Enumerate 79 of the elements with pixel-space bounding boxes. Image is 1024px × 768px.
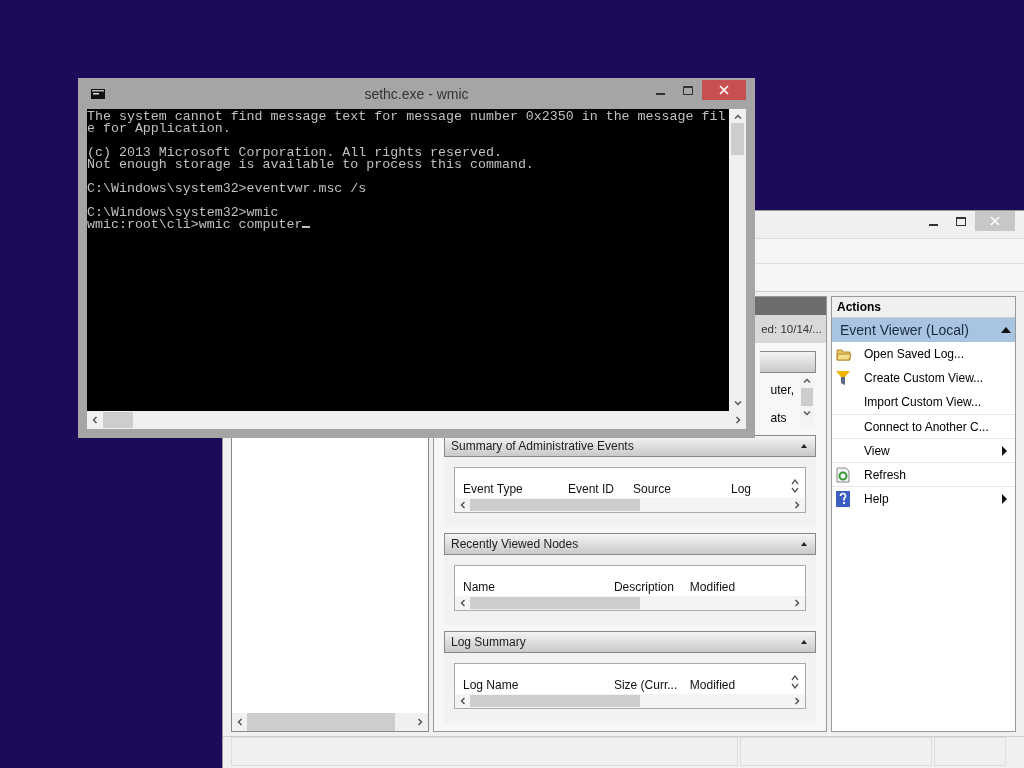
panel-title: Recently Viewed Nodes xyxy=(450,537,579,551)
action-item[interactable]: Help xyxy=(831,486,1015,510)
scroll-arrows-icon[interactable] xyxy=(790,479,799,493)
maximize-icon xyxy=(683,85,693,95)
last-refreshed-text: ed: 10/14/... xyxy=(761,323,822,336)
scroll-arrows-icon[interactable] xyxy=(790,675,799,689)
minimize-icon xyxy=(655,92,665,95)
scroll-down-icon[interactable] xyxy=(802,409,811,417)
overview-text: ats xyxy=(770,411,788,425)
funnel-icon xyxy=(835,370,850,386)
action-item[interactable]: Open Saved Log... xyxy=(831,342,1015,366)
scroll-thumb[interactable] xyxy=(247,713,395,731)
column-header[interactable]: Modified xyxy=(689,574,797,594)
overview-text: uter, xyxy=(770,383,794,397)
action-item[interactable]: Create Custom View... xyxy=(831,366,1015,390)
panel-header[interactable]: Log Summary xyxy=(443,631,816,653)
collapse-icon[interactable] xyxy=(800,640,807,644)
column-header[interactable]: Modified xyxy=(689,672,797,692)
panel-title: Log Summary xyxy=(450,635,526,649)
scroll-thumb[interactable] xyxy=(469,597,640,609)
window-title: sethc.exe - wmic xyxy=(364,85,469,102)
scroll-right-icon[interactable] xyxy=(734,416,742,424)
panel-title: Summary of Administrative Events xyxy=(450,439,634,453)
column-header[interactable]: Description xyxy=(613,574,690,594)
close-icon xyxy=(719,85,729,95)
column-header[interactable]: Name xyxy=(462,574,614,594)
panel-header[interactable] xyxy=(759,351,816,373)
scroll-thumb[interactable] xyxy=(469,695,640,707)
scroll-left-icon[interactable] xyxy=(458,599,467,607)
actions-title: Actions xyxy=(831,297,1015,318)
section-header[interactable]: Event Viewer (Local) xyxy=(831,318,1015,342)
action-item[interactable]: Import Custom View... xyxy=(831,390,1015,414)
collapse-icon[interactable] xyxy=(800,444,807,448)
scroll-thumb[interactable] xyxy=(731,123,744,155)
scroll-left-icon[interactable] xyxy=(458,697,467,705)
console-line: (c) 2013 Microsoft Corporation. All rights reserved. xyxy=(87,147,502,159)
maximize-icon xyxy=(956,216,966,226)
action-item[interactable]: Refresh xyxy=(831,462,1015,486)
help-icon xyxy=(835,490,850,507)
collapse-icon[interactable] xyxy=(800,542,807,546)
folder-icon xyxy=(835,347,852,361)
horizontal-scrollbar[interactable] xyxy=(232,713,428,731)
console-line: e for Application. xyxy=(87,123,231,135)
console-line: C:\Windows\system32>eventvwr.msc /s xyxy=(87,183,367,195)
scroll-down-icon[interactable] xyxy=(733,399,742,407)
scroll-right-icon[interactable] xyxy=(792,501,801,509)
column-header[interactable]: Size (Curr... xyxy=(613,672,690,692)
column-header[interactable]: Source xyxy=(632,476,731,496)
scroll-right-icon[interactable] xyxy=(792,599,801,607)
horizontal-scrollbar[interactable] xyxy=(454,596,805,610)
scroll-right-icon[interactable] xyxy=(792,697,801,705)
scroll-left-icon[interactable] xyxy=(236,718,244,726)
scroll-up-icon[interactable] xyxy=(733,113,742,121)
action-item[interactable]: View xyxy=(831,438,1015,462)
scroll-thumb[interactable] xyxy=(103,412,133,428)
refresh-icon xyxy=(835,466,850,483)
scroll-thumb[interactable] xyxy=(469,499,640,511)
horizontal-scrollbar[interactable] xyxy=(454,498,805,512)
console-line: C:\Windows\system32>wmic xyxy=(87,207,279,219)
minimize-icon xyxy=(928,223,938,226)
close-icon xyxy=(990,216,1000,226)
close-button[interactable] xyxy=(702,80,746,100)
collapse-icon[interactable] xyxy=(1001,327,1011,333)
scroll-left-icon[interactable] xyxy=(91,416,99,424)
scroll-thumb[interactable] xyxy=(800,388,813,406)
column-header[interactable]: Event Type xyxy=(462,476,568,496)
scroll-right-icon[interactable] xyxy=(415,718,424,726)
column-header[interactable]: Log Name xyxy=(462,672,614,692)
scroll-left-icon[interactable] xyxy=(458,501,467,509)
column-header[interactable]: Log xyxy=(730,476,791,496)
console-line: Not enough storage is available to process this command. xyxy=(87,159,534,171)
horizontal-scrollbar[interactable] xyxy=(454,694,805,708)
console-line: The system cannot find message text for message number 0x2350 in the message fil xyxy=(87,111,726,123)
console-line: wmic:root\cli>wmic computer xyxy=(87,219,311,231)
panel-header[interactable]: Recently Viewed Nodes xyxy=(443,533,816,555)
scroll-up-icon[interactable] xyxy=(802,377,811,385)
console-icon xyxy=(91,88,105,99)
column-header[interactable]: Event ID xyxy=(567,476,633,496)
action-item[interactable]: Connect to Another C... xyxy=(831,414,1015,438)
